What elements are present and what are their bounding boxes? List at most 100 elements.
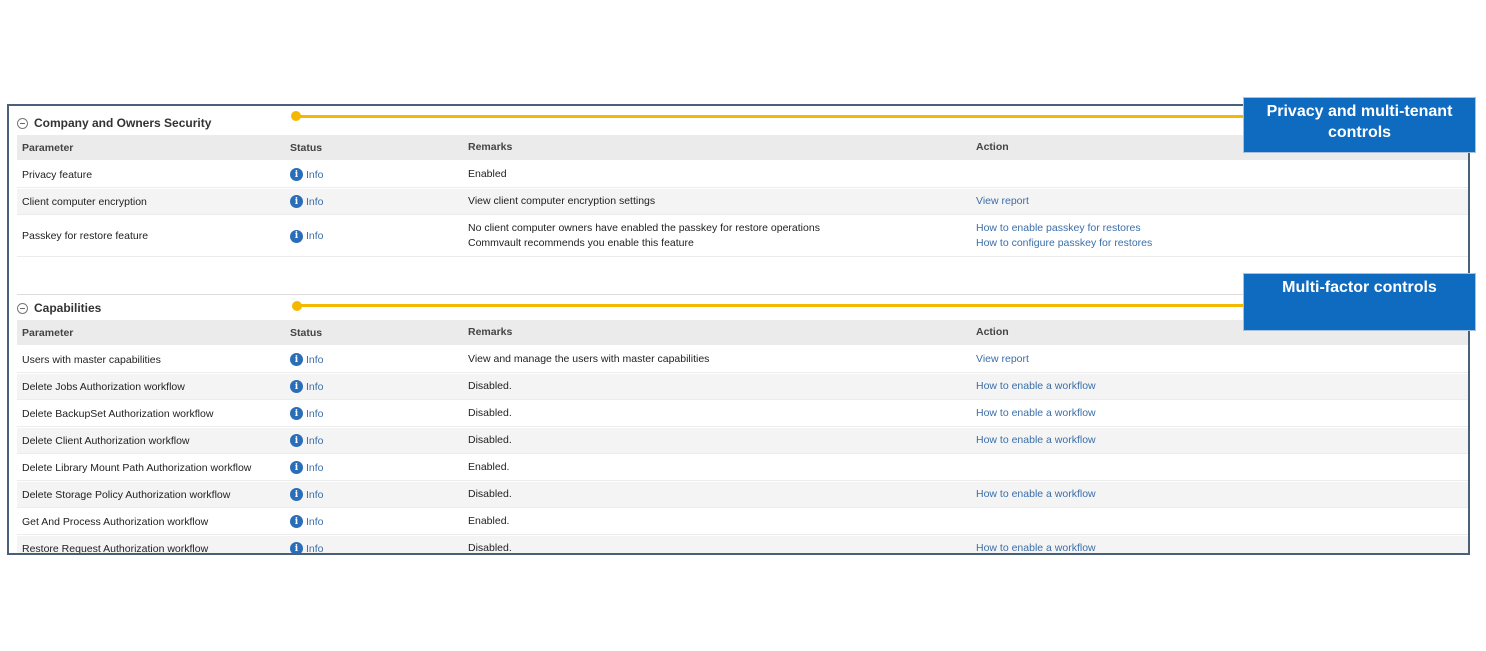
remark-line: Disabled.: [468, 542, 512, 554]
row-parameter: Get And Process Authorization workflow: [22, 515, 209, 528]
row-parameter: Passkey for restore feature: [22, 230, 149, 242]
row-remarks: Disabled.: [468, 406, 512, 421]
row-actions: How to enable a workflow: [976, 406, 1096, 421]
row-parameter: Delete Client Authorization workflow: [22, 434, 190, 447]
action-link[interactable]: View report: [976, 352, 1029, 367]
row-status[interactable]: i Info: [290, 461, 324, 474]
row-remarks: Enabled: [468, 167, 507, 182]
col-remarks: Remarks: [468, 141, 513, 153]
row-remarks: Enabled.: [468, 514, 509, 529]
action-link[interactable]: How to enable a workflow: [976, 379, 1096, 394]
collapse-icon[interactable]: [17, 302, 28, 314]
row-remarks: Disabled.: [468, 433, 512, 448]
info-icon[interactable]: i: [290, 380, 303, 393]
info-link[interactable]: Info: [306, 381, 324, 393]
col-action: Action: [976, 141, 1009, 153]
action-link[interactable]: How to enable a workflow: [976, 406, 1096, 421]
table-row: Restore Request Authorization workflow i I…: [17, 536, 1468, 554]
row-remarks: View client computer encryption settings: [468, 194, 655, 209]
action-link[interactable]: How to enable a workflow: [976, 433, 1096, 448]
col-status: Status: [290, 326, 323, 339]
action-link[interactable]: View report: [976, 194, 1029, 209]
info-icon[interactable]: i: [290, 195, 303, 208]
row-actions: View report: [976, 352, 1029, 367]
row-status[interactable]: i Info: [290, 353, 324, 366]
row-actions: How to enable a workflow: [976, 433, 1096, 448]
section-title: Capabilities: [34, 301, 102, 315]
col-parameter: Parameter: [22, 141, 74, 154]
table-row: Delete Client Authorization workflow i Inf…: [17, 428, 1468, 454]
info-link[interactable]: Info: [306, 516, 324, 528]
row-actions: How to enable a workflow: [976, 379, 1096, 394]
row-status[interactable]: i Info: [290, 488, 324, 501]
info-icon[interactable]: i: [290, 407, 303, 420]
action-link[interactable]: How to configure passkey for restores: [976, 236, 1152, 251]
row-status[interactable]: i Info: [290, 434, 324, 447]
row-status[interactable]: i Info: [290, 195, 324, 208]
row-actions: How to enable a workflow: [976, 541, 1096, 553]
table-row: Delete BackupSet Authorization workflow i…: [17, 401, 1468, 427]
table-row: Delete Library Mount Path Authorization …: [17, 455, 1468, 481]
table-row: Privacy feature i Info Enabled: [17, 162, 1468, 188]
row-status[interactable]: i Info: [290, 168, 324, 181]
table-row: Delete Storage Policy Authorization work…: [17, 482, 1468, 508]
callout-dot: [292, 301, 302, 311]
remark-line: View and manage the users with master ca…: [468, 353, 710, 365]
remark-line: View client computer encryption settings: [468, 195, 656, 207]
info-icon[interactable]: i: [290, 229, 303, 243]
info-link[interactable]: Info: [306, 462, 324, 474]
info-icon[interactable]: i: [290, 461, 303, 474]
table-row: Get And Process Authorization workflow i I…: [17, 509, 1468, 535]
row-status[interactable]: i Info: [290, 407, 324, 420]
action-link[interactable]: How to enable a workflow: [976, 541, 1096, 553]
info-link[interactable]: Info: [306, 169, 324, 181]
info-link[interactable]: Info: [306, 230, 324, 242]
row-parameter: Delete Storage Policy Authorization work…: [22, 488, 231, 501]
info-link[interactable]: Info: [306, 408, 324, 420]
row-status[interactable]: i Info: [290, 380, 324, 393]
row-actions: How to enable passkey for restores How to…: [976, 221, 1152, 251]
info-icon[interactable]: i: [290, 353, 303, 366]
remark-line: Disabled.: [468, 380, 512, 392]
row-status[interactable]: i Info: [290, 229, 324, 243]
info-link[interactable]: Info: [306, 196, 324, 208]
remark-line: Commvault recommends you enable this fea…: [468, 237, 694, 249]
remark-line: Enabled: [468, 168, 507, 180]
row-status[interactable]: i Info: [290, 515, 324, 528]
callout-dot: [291, 111, 301, 121]
info-icon[interactable]: i: [290, 434, 303, 447]
row-parameter: Privacy feature: [22, 168, 93, 181]
info-icon[interactable]: i: [290, 515, 303, 528]
remark-line: Disabled.: [468, 407, 512, 419]
collapse-icon[interactable]: [17, 117, 28, 129]
action-link[interactable]: How to enable a workflow: [976, 487, 1096, 502]
remark-line: Enabled.: [468, 515, 510, 527]
action-link[interactable]: How to enable passkey for restores: [976, 221, 1152, 236]
col-parameter: Parameter: [22, 326, 74, 339]
table-row: Passkey for restore feature i Info No clien…: [17, 216, 1468, 257]
info-link[interactable]: Info: [306, 354, 324, 366]
remark-line: No client computer owners have enabled t…: [468, 222, 820, 234]
table-row: Client computer encryption i Info View clie…: [17, 189, 1468, 215]
info-icon[interactable]: i: [290, 488, 303, 501]
callout-multifactor: Multi-factor controls: [1243, 273, 1476, 331]
row-remarks: Disabled.: [468, 379, 512, 394]
remark-line: Disabled.: [468, 488, 512, 500]
callout-connector: [295, 115, 1245, 118]
row-remarks: No client computer owners have enabled t…: [468, 221, 820, 251]
row-parameter: Client computer encryption: [22, 195, 147, 208]
info-link[interactable]: Info: [306, 543, 324, 554]
row-remarks: Enabled.: [468, 460, 509, 475]
row-parameter: Delete Jobs Authorization workflow: [22, 380, 185, 393]
row-status[interactable]: i Info: [290, 542, 324, 554]
remark-line: Disabled.: [468, 434, 512, 446]
info-icon[interactable]: i: [290, 542, 303, 553]
callout-privacy: Privacy and multi-tenant controls: [1243, 97, 1476, 153]
info-link[interactable]: Info: [306, 435, 324, 447]
row-parameter: Delete BackupSet Authorization workflow: [22, 407, 214, 420]
row-actions: How to enable a workflow: [976, 487, 1096, 502]
info-icon[interactable]: i: [290, 168, 303, 181]
info-link[interactable]: Info: [306, 489, 324, 501]
row-remarks: View and manage the users with master ca…: [468, 352, 709, 367]
col-status: Status: [290, 141, 323, 154]
